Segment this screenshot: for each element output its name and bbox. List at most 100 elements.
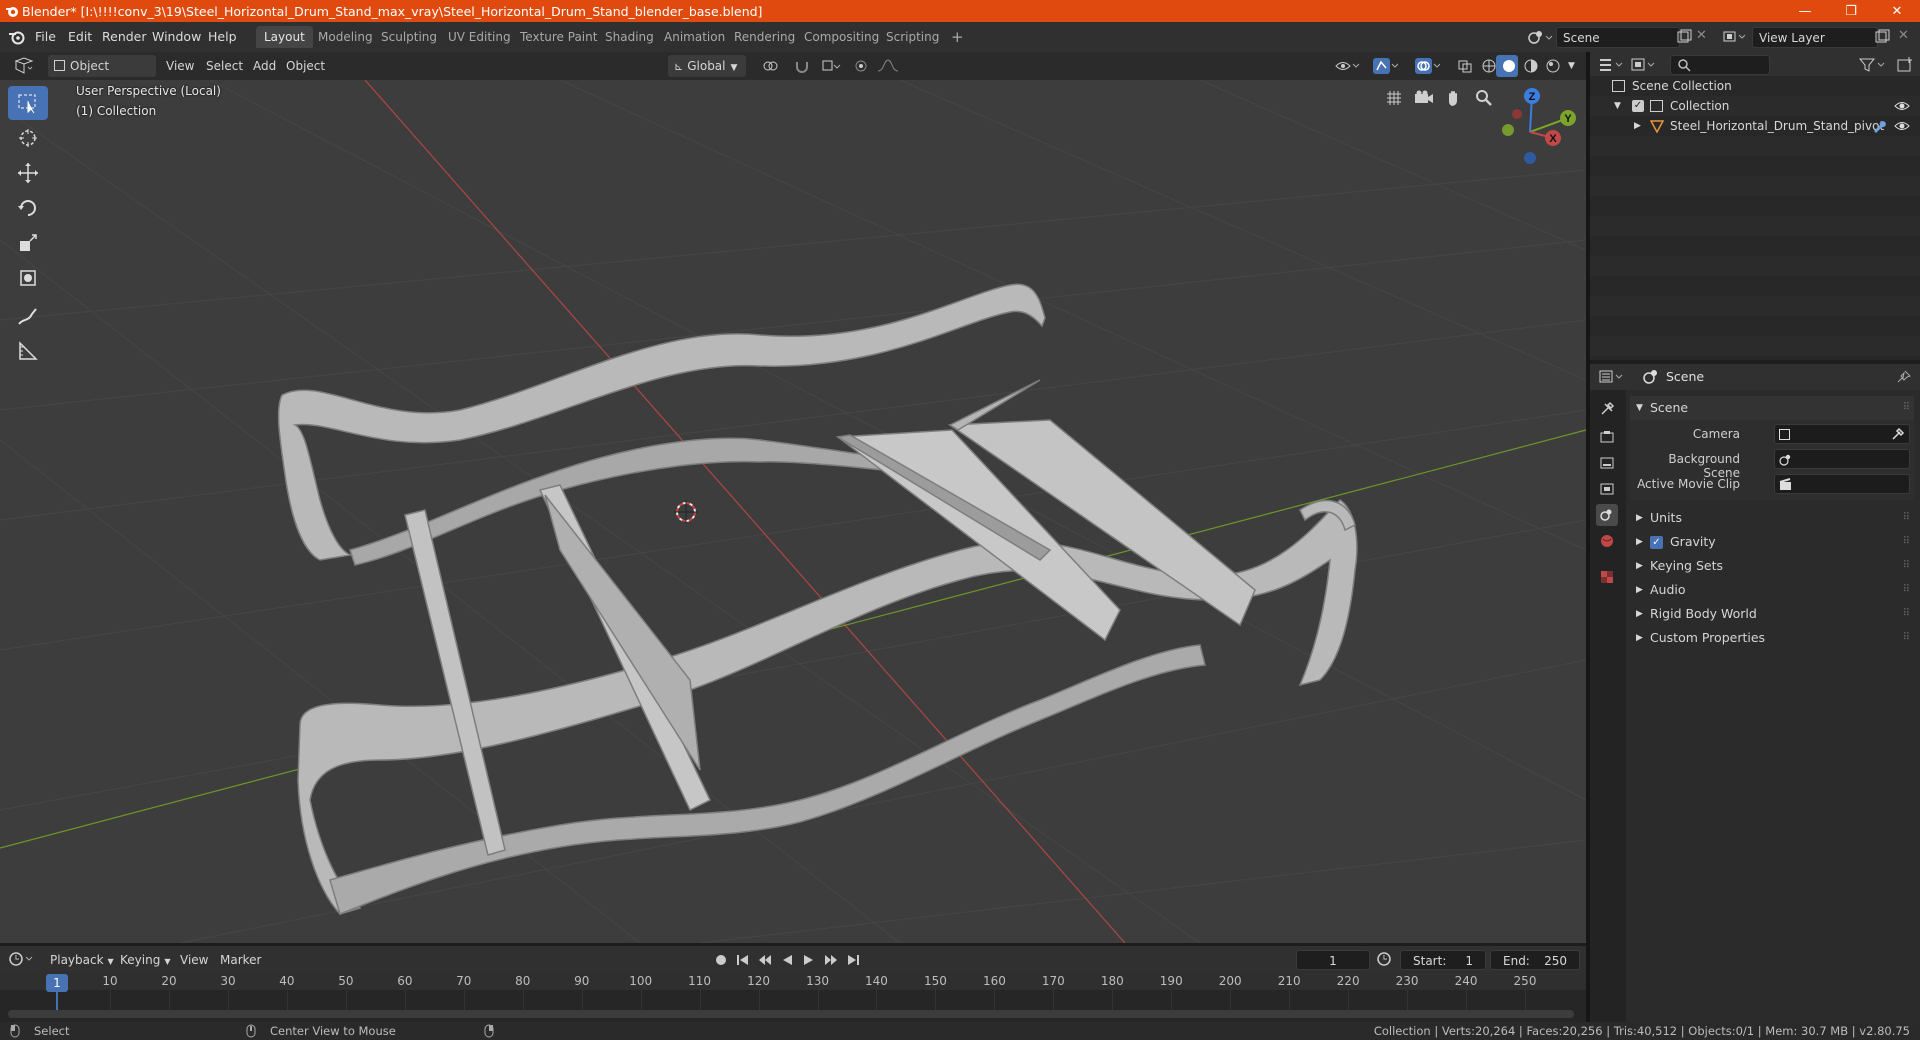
- record-icon[interactable]: [712, 952, 730, 968]
- end-frame-field[interactable]: End: 250: [1490, 950, 1580, 970]
- pin-icon[interactable]: [1896, 369, 1912, 385]
- play-reverse-icon[interactable]: [778, 952, 796, 968]
- material-shading-icon[interactable]: [1518, 55, 1540, 77]
- pan-hand-icon[interactable]: [1440, 84, 1468, 112]
- gravity-subpanel[interactable]: ▶ ✓ Gravity ⠿: [1630, 530, 1914, 554]
- move-icon[interactable]: [8, 156, 48, 190]
- drag-handle-icon[interactable]: ⠿: [1903, 530, 1910, 554]
- new-scene-icon[interactable]: [1676, 29, 1692, 45]
- scene-panel-header[interactable]: ▼ Scene ⠿: [1630, 396, 1914, 420]
- menu-select[interactable]: Select: [200, 55, 249, 77]
- outliner-row-object[interactable]: ▶ Steel_Horizontal_Drum_Stand_pivot: [1590, 116, 1920, 136]
- menu-edit[interactable]: Edit: [61, 28, 99, 46]
- timeline-scrollbar[interactable]: [8, 1010, 1574, 1018]
- display-mode-icon[interactable]: [1630, 56, 1660, 74]
- measure-icon[interactable]: [8, 334, 48, 368]
- texture-tab-icon[interactable]: [1596, 566, 1618, 588]
- camera-view-icon[interactable]: [1410, 84, 1438, 112]
- menu-add[interactable]: Add: [247, 55, 282, 77]
- add-workspace-button[interactable]: +: [943, 26, 972, 48]
- filter-icon[interactable]: [1858, 56, 1888, 74]
- output-tab-icon[interactable]: [1596, 452, 1618, 474]
- editor-type-icon[interactable]: [6, 55, 40, 77]
- tab-animation[interactable]: Animation: [656, 26, 733, 48]
- properties-editor-type-icon[interactable]: [1598, 368, 1628, 386]
- tool-settings-tab-icon[interactable]: [1596, 398, 1618, 420]
- keying-sets-subpanel[interactable]: ▶ Keying Sets ⠿: [1630, 554, 1914, 578]
- wireframe-shading-icon[interactable]: [1476, 55, 1498, 77]
- background-scene-field[interactable]: [1774, 449, 1910, 469]
- collection-checkbox[interactable]: ✓: [1632, 100, 1644, 112]
- tab-compositing[interactable]: Compositing: [796, 26, 887, 48]
- rotate-icon[interactable]: [8, 191, 48, 225]
- scene-name-field[interactable]: Scene: [1556, 27, 1680, 48]
- pivot-point-icon[interactable]: [754, 55, 786, 77]
- scene-selector-icon[interactable]: [1526, 28, 1552, 46]
- outliner-row-scene-collection[interactable]: Scene Collection: [1590, 76, 1920, 96]
- active-movie-clip-field[interactable]: [1774, 474, 1910, 494]
- gravity-checkbox[interactable]: ✓: [1650, 536, 1663, 549]
- view-layer-field[interactable]: View Layer: [1752, 27, 1878, 48]
- start-frame-field[interactable]: Start: 1: [1400, 950, 1486, 970]
- drag-handle-icon[interactable]: ⠿: [1903, 396, 1910, 420]
- new-view-layer-icon[interactable]: [1874, 29, 1890, 45]
- snap-toggle-icon[interactable]: [788, 55, 814, 77]
- drag-handle-icon[interactable]: ⠿: [1903, 626, 1910, 650]
- drag-handle-icon[interactable]: ⠿: [1903, 506, 1910, 530]
- annotate-icon[interactable]: [8, 299, 48, 333]
- menu-view[interactable]: View: [174, 949, 214, 971]
- modifier-wrench-icon[interactable]: [1872, 119, 1886, 133]
- drag-handle-icon[interactable]: ⠿: [1903, 578, 1910, 602]
- transform-orientation-dropdown[interactable]: ⊾ Global ▼: [668, 55, 746, 77]
- solid-shading-icon[interactable]: [1496, 55, 1518, 77]
- transform-icon[interactable]: [8, 261, 48, 295]
- cursor-icon[interactable]: [8, 121, 48, 155]
- render-tab-icon[interactable]: [1596, 426, 1618, 448]
- world-tab-icon[interactable]: [1596, 530, 1618, 552]
- jump-start-icon[interactable]: [734, 952, 752, 968]
- rendered-shading-icon[interactable]: [1540, 55, 1562, 77]
- outliner-editor-type-icon[interactable]: [1598, 56, 1628, 74]
- view-layer-tab-icon[interactable]: [1596, 478, 1618, 500]
- proportional-edit-icon[interactable]: [848, 55, 870, 77]
- menu-view[interactable]: View: [160, 55, 200, 77]
- menu-marker[interactable]: Marker: [214, 949, 267, 971]
- menu-file[interactable]: File: [28, 28, 63, 46]
- next-keyframe-icon[interactable]: [822, 952, 840, 968]
- falloff-icon[interactable]: [870, 55, 900, 77]
- playhead-frame-badge[interactable]: 1: [46, 974, 68, 992]
- view-layer-icon[interactable]: [1722, 29, 1748, 45]
- tab-scripting[interactable]: Scripting: [878, 26, 947, 48]
- scene-tab-icon[interactable]: [1596, 504, 1618, 526]
- delete-view-layer-icon[interactable]: ✕: [1898, 28, 1909, 43]
- camera-field[interactable]: [1774, 424, 1910, 444]
- prev-keyframe-icon[interactable]: [756, 952, 774, 968]
- drag-handle-icon[interactable]: ⠿: [1903, 554, 1910, 578]
- visibility-eye-icon[interactable]: [1894, 119, 1910, 133]
- viewport-scene[interactable]: [0, 80, 1586, 943]
- eyedropper-icon[interactable]: [1891, 427, 1905, 441]
- delete-scene-icon[interactable]: ✕: [1696, 28, 1707, 43]
- mode-dropdown[interactable]: Object Mode▼: [48, 55, 156, 95]
- disclosure-triangle-icon[interactable]: ▼: [1614, 96, 1621, 116]
- current-frame-field[interactable]: 1: [1296, 950, 1370, 970]
- scale-icon[interactable]: [8, 226, 48, 260]
- visibility-dropdown-icon[interactable]: [1328, 55, 1364, 77]
- navigation-gizmo[interactable]: Z Y X: [1480, 80, 1584, 184]
- outliner-row-collection[interactable]: ▼ ✓ Collection: [1590, 96, 1920, 116]
- new-collection-icon[interactable]: [1896, 56, 1914, 74]
- minimize-button[interactable]: —: [1782, 0, 1828, 22]
- menu-keying[interactable]: Keying ▼: [114, 949, 176, 971]
- audio-subpanel[interactable]: ▶ Audio ⠿: [1630, 578, 1914, 602]
- maximize-button[interactable]: ❐: [1828, 0, 1874, 22]
- play-icon[interactable]: [800, 952, 818, 968]
- close-button[interactable]: ✕: [1874, 0, 1920, 22]
- drag-handle-icon[interactable]: ⠿: [1903, 602, 1910, 626]
- jump-end-icon[interactable]: [844, 952, 862, 968]
- toggle-grid-view-icon[interactable]: [1380, 84, 1408, 112]
- gizmo-toggle-icon[interactable]: [1366, 55, 1402, 77]
- menu-window[interactable]: Window: [145, 28, 208, 46]
- menu-object[interactable]: Object: [280, 55, 331, 77]
- menu-help[interactable]: Help: [201, 28, 244, 46]
- custom-properties-subpanel[interactable]: ▶ Custom Properties ⠿: [1630, 626, 1914, 650]
